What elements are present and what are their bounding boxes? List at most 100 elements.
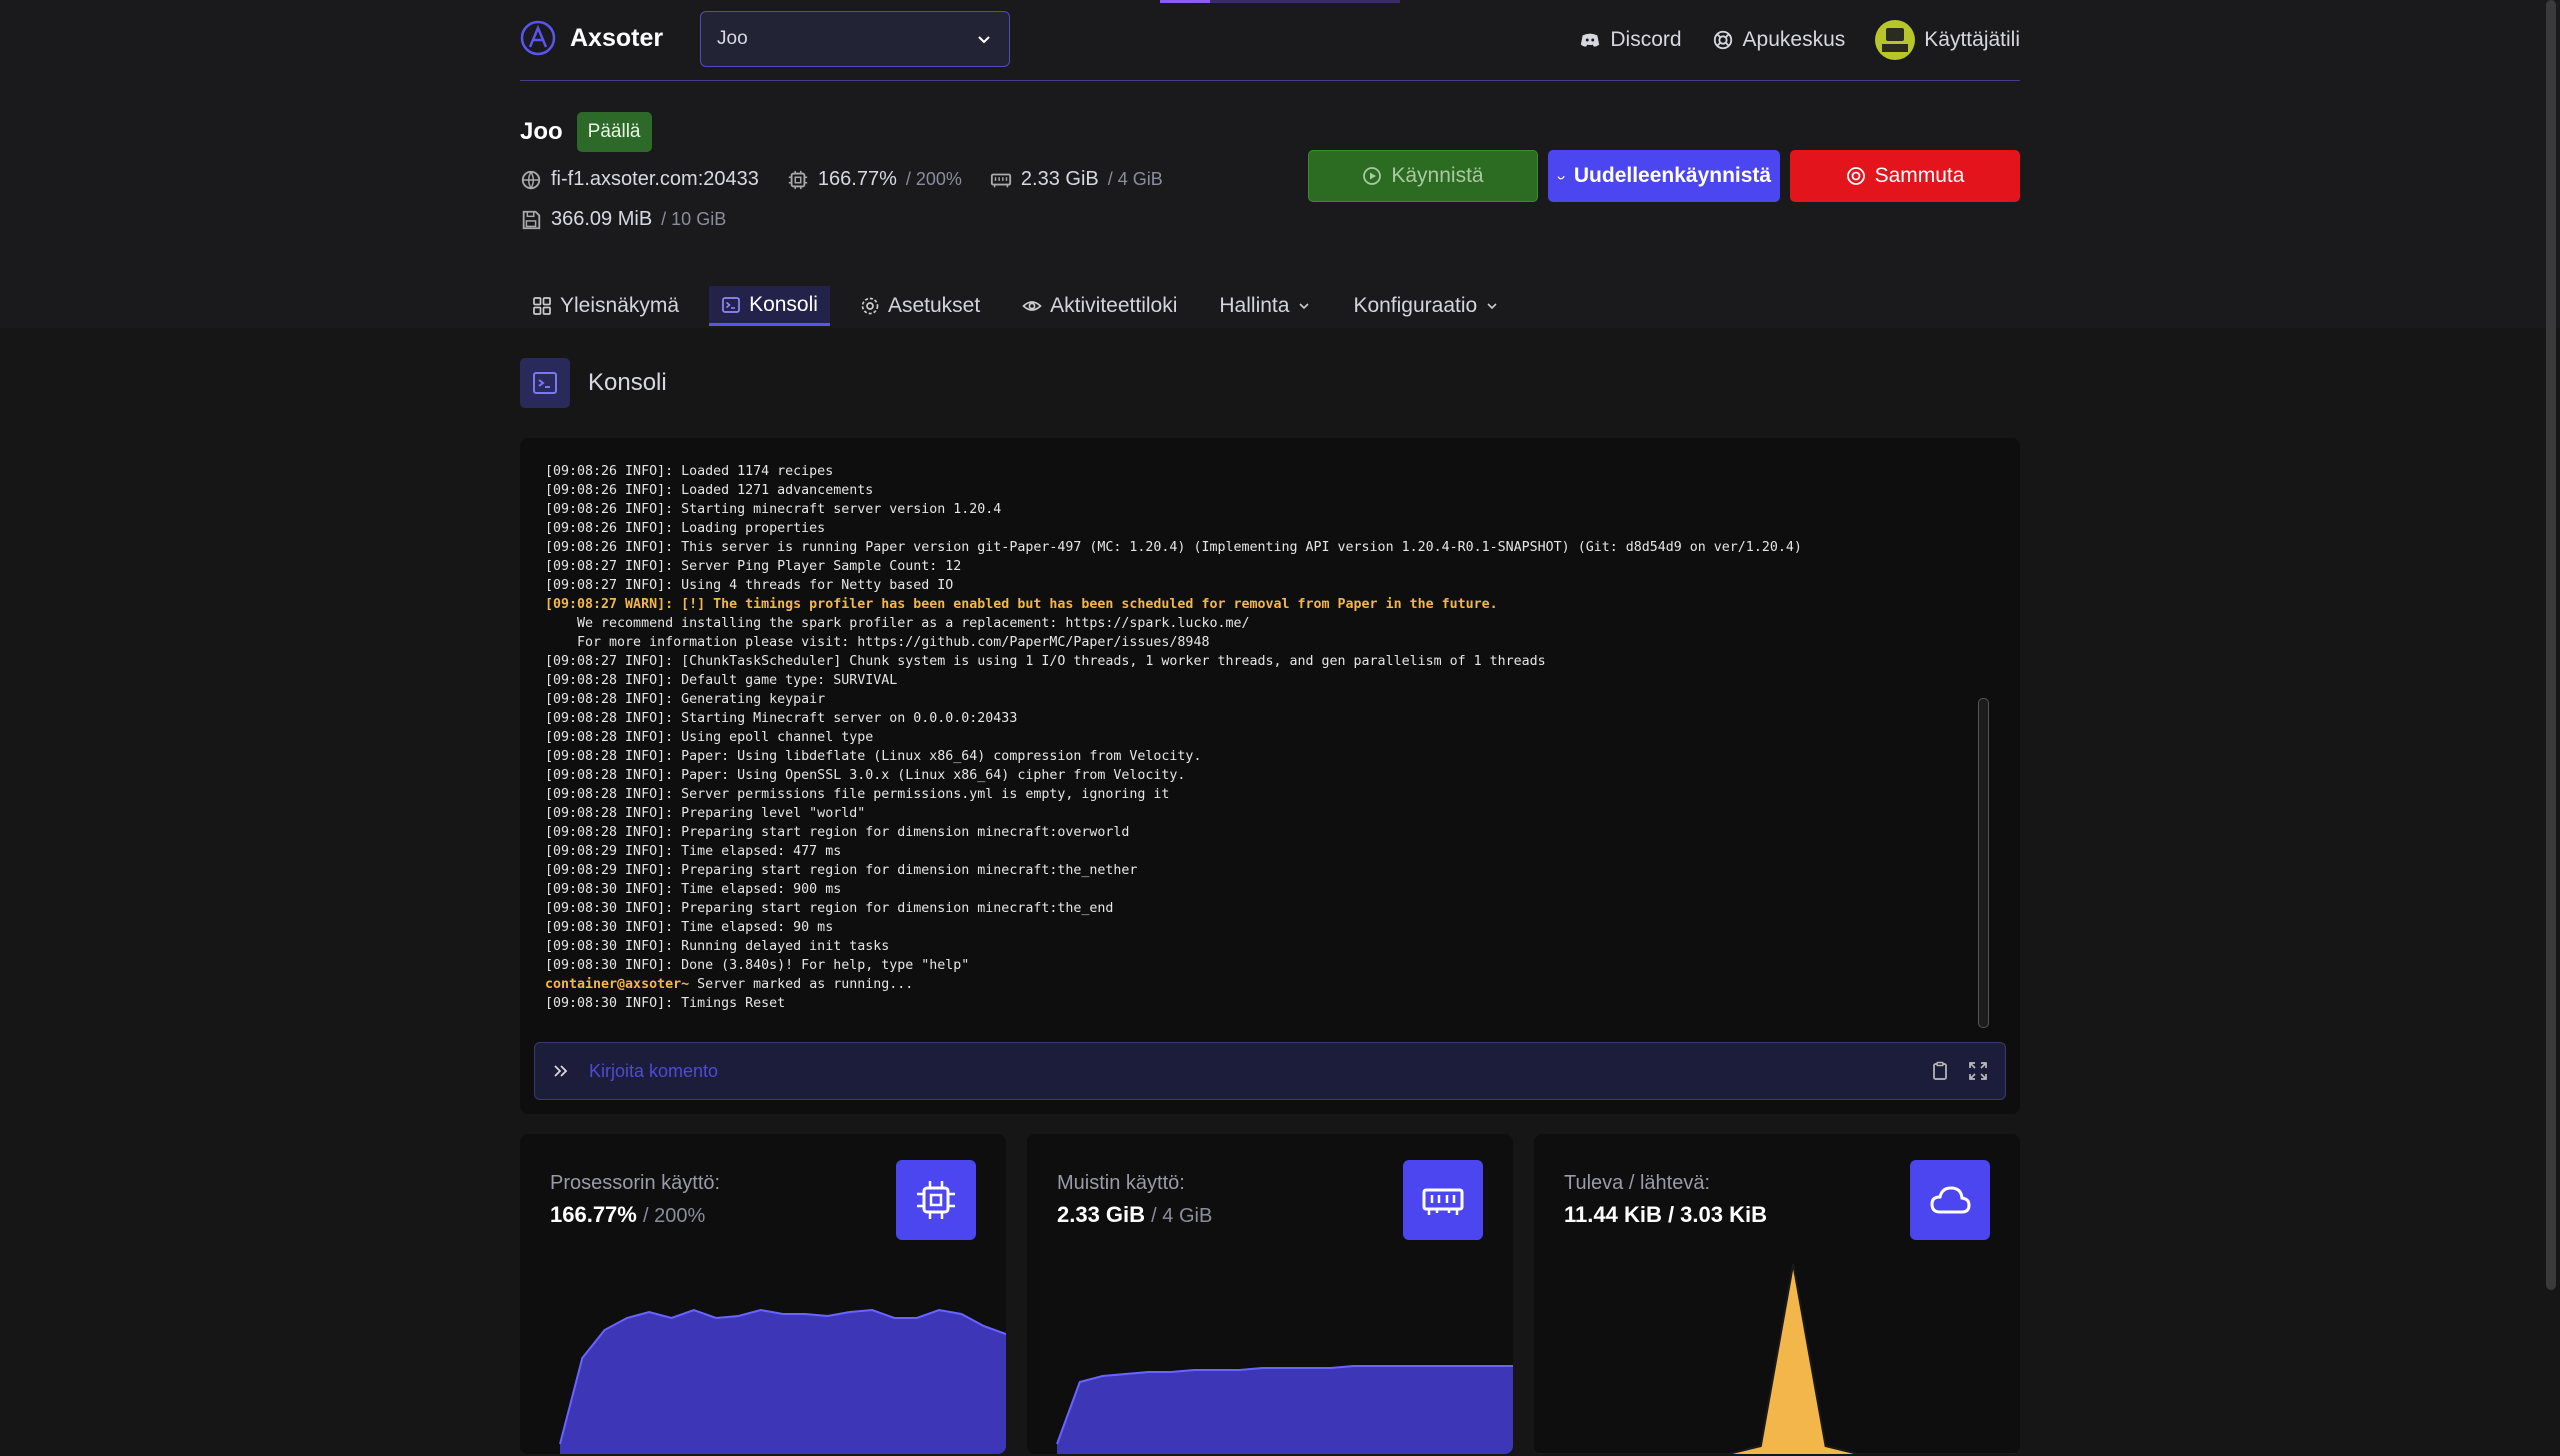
- account-link[interactable]: Käyttäjätili: [1875, 20, 2020, 60]
- tab-management[interactable]: Hallinta: [1207, 286, 1323, 326]
- console-line-text: We recommend installing the spark profil…: [545, 616, 1250, 631]
- console-line-text: [09:08:28 INFO]: Starting Minecraft serv…: [545, 711, 1018, 726]
- network-card-value: 11.44 KiB / 3.03 KiB: [1564, 1202, 1767, 1227]
- console-line-text: For more information please visit: https…: [545, 635, 1210, 650]
- console-line: [09:08:29 INFO]: Time elapsed: 477 ms: [545, 842, 1975, 861]
- cpu-card-value: 166.77% / 200%: [550, 1202, 705, 1228]
- memory-card: Muistin käyttö: 2.33 GiB / 4 GiB: [1027, 1134, 1513, 1454]
- console-panel: [09:08:26 INFO]: Loaded 1174 recipes [09:…: [520, 438, 2020, 1114]
- network-card: Tuleva / lähtevä: 11.44 KiB / 3.03 KiB: [1534, 1134, 2020, 1454]
- server-select[interactable]: Joo: [700, 11, 1010, 67]
- tab-console[interactable]: Konsoli: [709, 286, 830, 326]
- console-line: [09:08:30 INFO]: Time elapsed: 90 ms: [545, 918, 1975, 937]
- console-line: [09:08:28 INFO]: Preparing level "world": [545, 804, 1975, 823]
- tab-settings[interactable]: Asetukset: [848, 286, 992, 326]
- page-container: Axsoter Joo Discord Apukeskus Käyttäjäti…: [520, 0, 2020, 1454]
- globe-icon: [521, 170, 541, 190]
- discord-icon: [1581, 33, 1600, 47]
- console-line: [09:08:27 INFO]: [ChunkTaskScheduler] Ch…: [545, 652, 1975, 671]
- memory-stat: 2.33 GiB / 4 GiB: [990, 168, 1163, 191]
- console-line: [09:08:28 INFO]: Using epoll channel typ…: [545, 728, 1975, 747]
- discord-link[interactable]: Discord: [1579, 28, 1682, 52]
- brand[interactable]: Axsoter: [520, 20, 663, 56]
- console-line: [09:08:26 INFO]: Loading properties: [545, 519, 1975, 538]
- axsoter-logo-icon: [520, 20, 556, 56]
- console-line: We recommend installing the spark profil…: [545, 614, 1975, 633]
- gear-icon: [861, 297, 879, 315]
- console-line-text: [09:08:29 INFO]: Preparing start region …: [545, 863, 1138, 878]
- console-line-text: [09:08:28 INFO]: Default game type: SURV…: [545, 673, 898, 688]
- memory-icon: [990, 173, 1011, 187]
- memory-limit: / 4 GiB: [1107, 169, 1163, 189]
- console-line-text: [09:08:29 INFO]: Time elapsed: 477 ms: [545, 844, 842, 859]
- chevrons-right-icon: [554, 1065, 568, 1077]
- discord-label: Discord: [1610, 28, 1682, 51]
- start-button[interactable]: Käynnistä: [1308, 150, 1538, 202]
- chart-area: [560, 1310, 1006, 1454]
- save-disk-icon: [522, 210, 541, 229]
- cpu-card-label: Prosessorin käyttö:: [550, 1172, 721, 1194]
- avatar: [1875, 20, 1916, 60]
- console-line: [09:08:29 INFO]: Preparing start region …: [545, 861, 1975, 880]
- nav-right: Discord Apukeskus Käyttäjätili: [1579, 14, 2020, 66]
- console-line: [09:08:28 INFO]: Paper: Using OpenSSL 3.…: [545, 766, 1975, 785]
- cpu-card: Prosessorin käyttö: 166.77% / 200%: [520, 1134, 1006, 1454]
- console-line: [09:08:26 INFO]: Starting minecraft serv…: [545, 500, 1975, 519]
- console-line-text: [09:08:28 INFO]: Using epoll channel typ…: [545, 730, 874, 745]
- brand-name: Axsoter: [570, 23, 664, 52]
- memory-card-limit: / 4 GiB: [1151, 1205, 1213, 1227]
- tab-activity-log[interactable]: Aktiviteettiloki: [1010, 286, 1189, 326]
- console-line-text: [09:08:30 INFO]: Preparing start region …: [545, 901, 1114, 916]
- command-bar-actions: [1929, 1060, 1989, 1082]
- console-line: [09:08:30 INFO]: Preparing start region …: [545, 899, 1975, 918]
- console-line-text: [09:08:28 INFO]: Generating keypair: [545, 692, 826, 707]
- chevron-down-icon: [978, 36, 990, 44]
- console-line-text: [09:08:30 INFO]: Timings Reset: [545, 996, 786, 1011]
- console-line-text: [09:08:26 INFO]: Starting minecraft serv…: [545, 502, 1002, 517]
- help-center-link[interactable]: Apukeskus: [1712, 28, 1846, 52]
- top-navbar: Axsoter Joo Discord Apukeskus Käyttäjäti…: [520, 0, 2020, 81]
- server-tabs: Yleisnäkymä Konsoli Asetukset Aktiviteet…: [520, 286, 2020, 328]
- disk-value: 366.09 MiB: [551, 208, 653, 230]
- disk-stat: 366.09 MiB / 10 GiB: [520, 208, 726, 231]
- disk-limit: / 10 GiB: [661, 209, 727, 229]
- memory-card-label: Muistin käyttö:: [1057, 1172, 1185, 1194]
- console-line-text: [09:08:27 WARN]: [!] The timings profile…: [545, 597, 1498, 612]
- console-line-text: Server marked as running...: [689, 977, 914, 992]
- power-buttons: Käynnistä Uudelleenkäynnistä Sammuta: [1308, 150, 2020, 202]
- tab-overview-label: Yleisnäkymä: [560, 294, 680, 317]
- tab-overview[interactable]: Yleisnäkymä: [520, 286, 691, 326]
- console-line: [09:08:26 INFO]: Loaded 1174 recipes: [545, 462, 1975, 481]
- console-scrollbar[interactable]: [1978, 698, 1989, 1028]
- stop-button[interactable]: Sammuta: [1790, 150, 2020, 202]
- console-line: [09:08:27 INFO]: Using 4 threads for Net…: [545, 576, 1975, 595]
- page-scrollbar[interactable]: [2546, 0, 2556, 1290]
- console-line: [09:08:30 INFO]: Running delayed init ta…: [545, 937, 1975, 956]
- console-line: [09:08:28 INFO]: Preparing start region …: [545, 823, 1975, 842]
- console-line: [09:08:30 INFO]: Time elapsed: 900 ms: [545, 880, 1975, 899]
- server-stats: fi-f1.axsoter.com:20433 166.77% / 200% 2…: [520, 168, 1163, 191]
- tab-configuration[interactable]: Konfiguraatio: [1341, 286, 1511, 326]
- server-title: Joo Päällä: [520, 112, 652, 152]
- cpu-chart: [559, 1308, 1006, 1454]
- server-name: Joo: [520, 118, 563, 145]
- network-card-icon-box: [1910, 1160, 1990, 1240]
- clipboard-icon[interactable]: [1929, 1060, 1951, 1082]
- restart-label: Uudelleenkäynnistä: [1573, 164, 1772, 187]
- tab-console-label: Konsoli: [749, 292, 818, 316]
- server-address[interactable]: fi-f1.axsoter.com:20433: [520, 168, 759, 191]
- tab-settings-label: Asetukset: [887, 294, 981, 317]
- restart-button[interactable]: Uudelleenkäynnistä: [1548, 150, 1780, 202]
- console-line: [09:08:30 INFO]: Timings Reset: [545, 994, 1975, 1013]
- help-center-label: Apukeskus: [1742, 28, 1846, 51]
- console-line: [09:08:28 INFO]: Paper: Using libdeflate…: [545, 747, 1975, 766]
- cpu-stat: 166.77% / 200%: [787, 168, 962, 191]
- expand-icon[interactable]: [1967, 1060, 1989, 1082]
- console-line-text: [09:08:26 INFO]: Loading properties: [545, 521, 826, 536]
- cpu-card-icon-box: [896, 1160, 976, 1240]
- console-line-text: [09:08:27 INFO]: [ChunkTaskScheduler] Ch…: [545, 654, 1546, 669]
- command-input[interactable]: [587, 1059, 1891, 1083]
- console-line: [09:08:27 WARN]: [!] The timings profile…: [545, 595, 1975, 614]
- cpu-icon: [917, 1181, 955, 1219]
- cpu-limit: / 200%: [905, 169, 962, 189]
